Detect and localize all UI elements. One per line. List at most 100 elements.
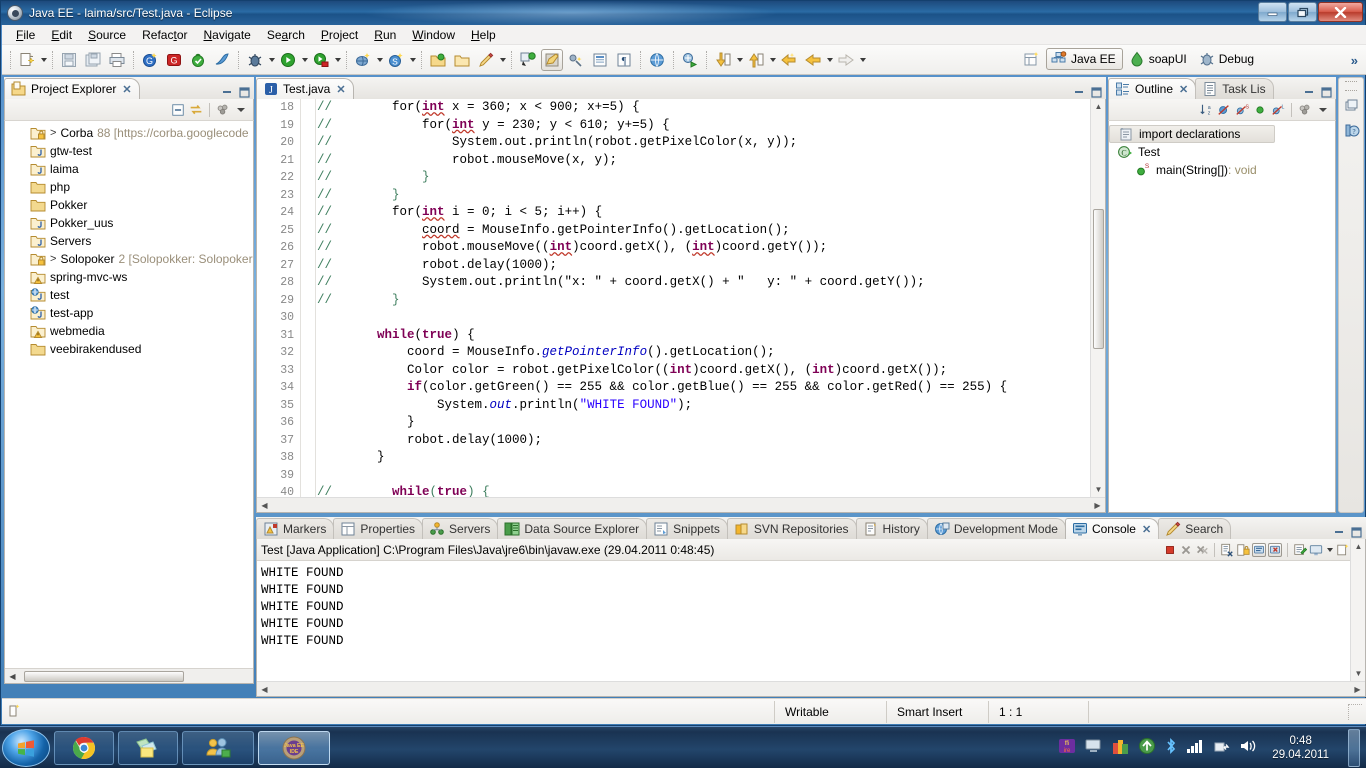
resize-grip[interactable] [1348, 703, 1362, 720]
terminate-icon[interactable] [1163, 543, 1177, 557]
bottom-tab-properties[interactable]: Properties [333, 518, 424, 539]
menu-help[interactable]: Help [463, 26, 504, 44]
code-line[interactable]: } [317, 449, 1090, 467]
hide-fields-icon[interactable] [1217, 103, 1231, 117]
bottom-tab-svn-repositories[interactable]: SVN Repositories [726, 518, 857, 539]
debug-icon[interactable] [244, 49, 266, 71]
code-line[interactable]: // for(int i = 0; i < 5; i++) { [317, 204, 1090, 222]
menu-file[interactable]: File [8, 26, 43, 44]
soapui-new-icon[interactable]: S [385, 49, 407, 71]
safely-remove-icon[interactable] [1213, 738, 1230, 758]
toolbar-overflow-chevron[interactable]: » [1351, 53, 1358, 68]
editor-canvas[interactable]: 18 19 20 21 22 23 24 25 26 27 28 29 30 31 32 33 34 35 36 37… [256, 99, 1106, 513]
save-icon[interactable] [58, 49, 80, 71]
debug-dropdown[interactable] [267, 49, 276, 71]
code-line[interactable] [317, 467, 1090, 485]
bottom-tab-servers[interactable]: Servers [422, 518, 499, 539]
new-wizard-icon[interactable] [16, 49, 38, 71]
display-console-dropdown[interactable] [1325, 539, 1334, 561]
minimize-view-icon[interactable] [220, 85, 234, 99]
soapui-dropdown[interactable] [408, 49, 417, 71]
code-line[interactable]: while(true) { [317, 327, 1090, 345]
previous-annotation-icon[interactable] [745, 49, 767, 71]
minimize-view-icon[interactable] [1302, 85, 1316, 99]
back-dropdown[interactable] [825, 49, 834, 71]
run-external-tools-icon[interactable] [310, 49, 332, 71]
scroll-left-icon[interactable]: ◀ [257, 682, 272, 697]
perspective-debug[interactable]: Debug [1195, 48, 1260, 70]
fastview-grip[interactable] [1345, 81, 1357, 91]
close-button[interactable] [1318, 2, 1363, 22]
maximize-view-icon[interactable] [1349, 525, 1363, 539]
gwt-shell-icon[interactable]: G [163, 49, 185, 71]
bluetooth-icon[interactable] [1165, 737, 1177, 758]
taskbar-clock[interactable]: 0:48 29.04.2011 [1266, 734, 1335, 762]
colors-icon[interactable] [1112, 738, 1129, 758]
maximize-view-icon[interactable] [237, 85, 251, 99]
scroll-left-icon[interactable]: ◀ [5, 669, 20, 684]
maximize-editor-icon[interactable] [1089, 85, 1103, 99]
scroll-down-icon[interactable]: ▼ [1351, 666, 1366, 681]
bottom-tab-markers[interactable]: Markers [256, 518, 335, 539]
maximize-button[interactable] [1288, 2, 1317, 22]
remove-all-launches-icon[interactable] [1195, 543, 1209, 557]
forward-dropdown[interactable] [858, 49, 867, 71]
show-public-icon[interactable] [1253, 103, 1267, 117]
scroll-right-icon[interactable]: ▶ [1090, 498, 1105, 513]
last-edit-back-icon[interactable] [778, 49, 800, 71]
scroll-lock-icon[interactable] [1236, 543, 1250, 557]
console-output-text[interactable]: WHITE FOUND WHITE FOUND WHITE FOUND WHITE F… [257, 561, 1350, 681]
project-tree-item[interactable]: test [5, 286, 253, 304]
project-tree-item[interactable]: > Solopoker 2 [Solopokker: Solopoker [5, 250, 253, 268]
view-menu-icon[interactable] [1298, 103, 1312, 117]
gwt-compile-icon[interactable]: G [139, 49, 161, 71]
bottom-tab-search[interactable]: Search [1158, 518, 1232, 539]
view-menu-icon[interactable] [216, 103, 230, 117]
code-line[interactable]: // robot.mouseMove((int)coord.getX(), (i… [317, 239, 1090, 257]
menu-project[interactable]: Project [313, 26, 366, 44]
code-line[interactable]: robot.delay(1000); [317, 432, 1090, 450]
taskbar-item-explorer[interactable] [118, 730, 178, 765]
next-annotation-dropdown[interactable] [735, 49, 744, 71]
close-icon[interactable]: ✕ [336, 83, 345, 96]
project-tree-item[interactable]: Pokker_uus [5, 214, 253, 232]
pin-console-icon[interactable] [1293, 543, 1307, 557]
outline-tree[interactable]: import declarations C Test Smain(String[]) … [1109, 121, 1335, 179]
run-dropdown[interactable] [300, 49, 309, 71]
outline-item[interactable]: Smain(String[]) : void [1109, 161, 1335, 179]
open-task-icon[interactable] [679, 49, 701, 71]
tab-outline[interactable]: Outline ✕ [1108, 78, 1197, 99]
project-tree-item[interactable]: > Corba 88 [https://corba.googlecode [5, 124, 253, 142]
open-web-browser-icon[interactable] [646, 49, 668, 71]
sort-icon[interactable]: az [1199, 103, 1213, 117]
tab-project-explorer[interactable]: Project Explorer ✕ [4, 78, 140, 99]
new-server-icon[interactable] [352, 49, 374, 71]
close-icon[interactable]: ✕ [122, 83, 131, 96]
project-tree-item[interactable]: php [5, 178, 253, 196]
code-line[interactable]: if(color.getGreen() == 255 && color.getB… [317, 379, 1090, 397]
bottom-tab-snippets[interactable]: Snippets [646, 518, 728, 539]
display-selected-console-icon[interactable] [1309, 543, 1323, 557]
tree-expander-arrow-icon[interactable]: > [50, 253, 56, 265]
taskbar-item-chrome[interactable] [54, 730, 114, 765]
menu-search[interactable]: Search [259, 26, 313, 44]
view-menu-chevron-icon[interactable] [234, 103, 248, 117]
clear-console-icon[interactable] [1220, 543, 1234, 557]
code-line[interactable]: } [317, 414, 1090, 432]
taskbar-item-messenger[interactable] [182, 730, 254, 765]
volume-icon[interactable] [1239, 738, 1257, 757]
editor-hscrollbar[interactable]: ◀ ▶ [257, 497, 1105, 512]
next-annotation-icon[interactable] [712, 49, 734, 71]
update-icon[interactable] [1138, 737, 1156, 758]
help-view-icon[interactable]: ? [1340, 119, 1362, 141]
close-icon[interactable]: ✕ [1179, 83, 1188, 96]
show-console-on-error-icon[interactable] [1268, 542, 1282, 557]
hscroll-thumb[interactable] [24, 670, 184, 682]
search-pencil-icon[interactable] [475, 49, 497, 71]
remove-launch-icon[interactable] [1179, 543, 1193, 557]
external-tools-dropdown[interactable] [333, 49, 342, 71]
bottom-tab-history[interactable]: History [855, 518, 928, 539]
editor-code-text[interactable]: // for(int x = 360; x < 900; x+=5) {// f… [317, 99, 1090, 497]
project-tree-item[interactable]: veebirakendused [5, 340, 253, 358]
menu-run[interactable]: Run [366, 26, 404, 44]
